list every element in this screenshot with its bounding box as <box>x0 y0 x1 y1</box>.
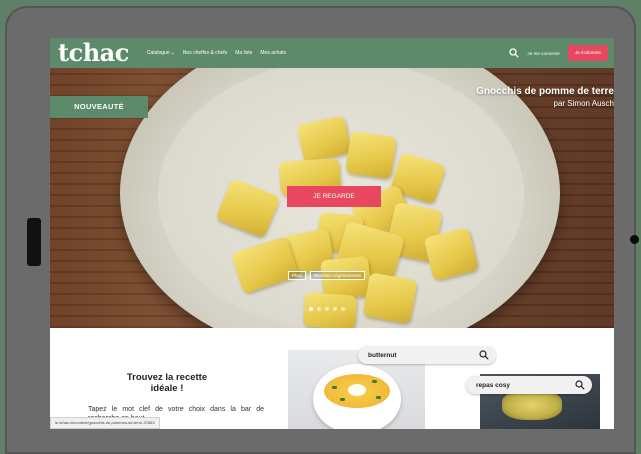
carousel-dots <box>309 307 345 311</box>
login-link[interactable]: Je me connecte <box>527 51 559 56</box>
hero-tags: Plats Recettes végétariennes <box>288 271 366 280</box>
hero-carousel[interactable]: NOUVEAUTÉ Gnocchis de pomme de terre par… <box>50 68 614 328</box>
search-suggestion-butternut[interactable]: butternut <box>358 346 496 364</box>
watch-button[interactable]: JE REGARDE <box>287 186 381 207</box>
herb <box>340 398 345 401</box>
finder-title: Trouvez la recette idéale ! <box>102 372 232 394</box>
carousel-dot[interactable] <box>333 307 337 311</box>
tag-chip[interactable]: Plats <box>288 271 307 280</box>
gnocchi-piece <box>362 272 418 324</box>
search-suggestion-text: repas cosy <box>476 381 510 389</box>
carousel-dot[interactable] <box>325 307 329 311</box>
browser-screen: tchac Catalogue ⌄ Nos cheffes & chefs Ma… <box>50 38 614 429</box>
finder-title-line: idéale ! <box>150 383 184 394</box>
tablet-side-button <box>27 218 41 266</box>
navbar: tchac Catalogue ⌄ Nos cheffes & chefs Ma… <box>50 38 614 68</box>
nav-link-purchases[interactable]: Mes achats <box>260 50 286 56</box>
nav-link-label: Catalogue <box>146 50 170 56</box>
gnocchi-piece <box>345 131 397 179</box>
tablet-camera <box>630 235 639 244</box>
search-icon <box>479 350 489 360</box>
signup-button[interactable]: Je m'abonne <box>567 45 608 61</box>
search-suggestion-text: butternut <box>368 351 397 359</box>
new-badge: NOUVEAUTÉ <box>50 96 148 118</box>
nav-link-chefs[interactable]: Nos cheffes & chefs <box>183 50 227 56</box>
hero-author: par Simon Ausch <box>553 99 614 108</box>
herb <box>376 396 381 399</box>
search-icon[interactable] <box>509 48 520 58</box>
herb <box>372 380 377 383</box>
hero-recipe-title: Gnocchis de pomme de terre <box>476 86 614 97</box>
site-logo[interactable]: tchac <box>58 38 129 68</box>
carousel-dot[interactable] <box>317 307 321 311</box>
nav-link-catalogue[interactable]: Catalogue ⌄ <box>147 50 175 56</box>
nav-link-my-list[interactable]: Ma liste <box>235 50 252 56</box>
cream-swirl <box>348 384 366 396</box>
finder-title-line: Trouvez la recette <box>126 372 208 383</box>
dish <box>502 390 562 420</box>
nav-right: Je me connecte Je m'abonne <box>509 45 608 61</box>
nav-links: Catalogue ⌄ Nos cheffes & chefs Ma liste… <box>147 50 286 56</box>
search-suggestion-cosy[interactable]: repas cosy <box>466 376 592 394</box>
recipe-finder-section: Trouvez la recette idéale ! Tapez le mot… <box>50 328 614 429</box>
carousel-dot[interactable] <box>341 307 345 311</box>
search-icon <box>575 380 585 390</box>
status-bar-url: le-tchac.io/content/gnocchis-de-pommes-d… <box>50 417 160 429</box>
herb <box>332 386 337 389</box>
tag-chip[interactable]: Recettes végétariennes <box>310 271 366 280</box>
carousel-dot[interactable] <box>309 307 313 311</box>
chevron-down-icon: ⌄ <box>170 50 175 56</box>
